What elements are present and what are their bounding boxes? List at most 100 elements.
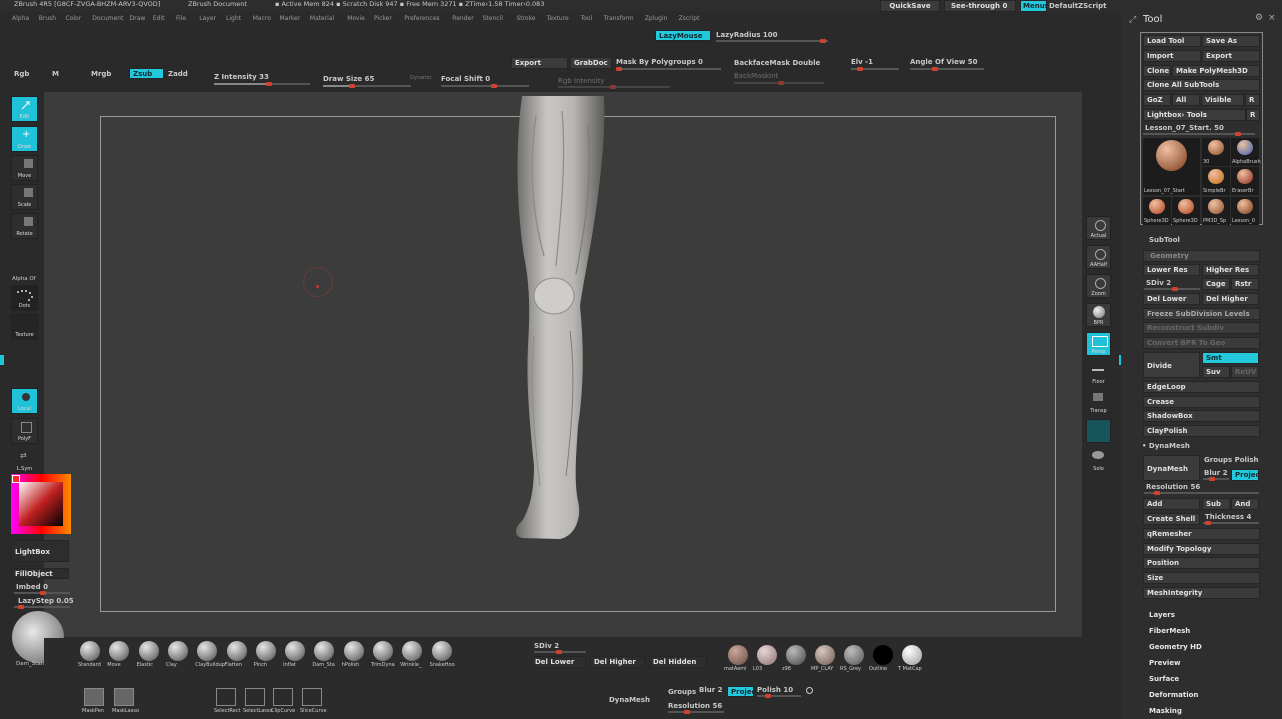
del-lower-button[interactable]: Del Lower: [531, 656, 586, 668]
brush-clay-icon[interactable]: [167, 641, 188, 661]
palette-options-icon[interactable]: ⚙: [1255, 13, 1263, 23]
menu-stencil[interactable]: Stencil: [483, 15, 503, 22]
actual-button[interactable]: Actual: [1086, 216, 1111, 240]
current-tool-track[interactable]: [1143, 132, 1255, 136]
crease-section[interactable]: Crease: [1143, 396, 1260, 408]
ghost-button[interactable]: [1086, 419, 1111, 443]
import-button[interactable]: Import: [1143, 50, 1201, 62]
meshintegrity-section[interactable]: MeshIntegrity: [1143, 587, 1260, 599]
imbed-track[interactable]: [14, 591, 70, 595]
thickness-slider[interactable]: Thickness 4: [1205, 513, 1251, 521]
zoom-button[interactable]: Zoom: [1086, 274, 1111, 298]
elv-track[interactable]: [851, 67, 899, 71]
bpr-button[interactable]: BPR: [1086, 303, 1111, 327]
cage-button[interactable]: Cage: [1202, 278, 1230, 290]
r-button[interactable]: R: [1245, 94, 1260, 106]
maskpen-icon[interactable]: [84, 688, 104, 706]
lazystep-slider[interactable]: LazyStep 0.05: [18, 597, 74, 605]
left-tray-handle[interactable]: [0, 355, 4, 365]
del-hidden-button[interactable]: Del Hidden: [649, 656, 707, 668]
geometry-section[interactable]: Geometry: [1143, 250, 1260, 262]
project-bottom-toggle[interactable]: Project: [727, 686, 754, 697]
blur-track[interactable]: [1203, 477, 1229, 481]
tool-thumbnail[interactable]: Sphere3D: [1143, 197, 1171, 225]
section-preview[interactable]: Preview: [1149, 659, 1181, 667]
edgeloop-section[interactable]: EdgeLoop: [1143, 381, 1260, 393]
brush-trimdyna-icon[interactable]: [373, 641, 393, 661]
polish-mode-icon[interactable]: [806, 687, 813, 694]
blur-slider[interactable]: Blur 2: [1204, 469, 1227, 477]
tool-thumbnail[interactable]: Lesson_0: [1231, 197, 1259, 225]
material-t-matcap-icon[interactable]: [902, 645, 922, 665]
see-through-slider[interactable]: See-through 0: [944, 0, 1016, 12]
z-intensity-track[interactable]: [214, 82, 310, 86]
del-lower-tool-button[interactable]: Del Lower: [1143, 293, 1200, 305]
qremesher-section[interactable]: qRemesher: [1143, 528, 1260, 540]
dynamesh-bottom-button[interactable]: DynaMesh: [609, 696, 650, 704]
material-l03-icon[interactable]: [757, 645, 777, 665]
higher-res-button[interactable]: Higher Res: [1202, 264, 1259, 276]
local-button[interactable]: Local: [11, 388, 38, 414]
export-tool-button[interactable]: Export: [1202, 50, 1260, 62]
menu-document[interactable]: Document: [92, 15, 123, 22]
stroke-dots-button[interactable]: Dots: [11, 285, 38, 311]
menu-material[interactable]: Material: [310, 15, 334, 22]
clone-button[interactable]: Clone: [1143, 65, 1171, 77]
goz-button[interactable]: GoZ: [1143, 94, 1171, 106]
angle-of-view-slider[interactable]: Angle Of View 50: [910, 58, 978, 66]
lower-res-button[interactable]: Lower Res: [1143, 264, 1200, 276]
resolution-track[interactable]: [1144, 491, 1259, 495]
zadd-button[interactable]: Zadd: [168, 70, 188, 78]
z-intensity-slider[interactable]: Z Intensity 33: [214, 73, 269, 81]
tool-thumbnail[interactable]: EraserBr: [1231, 167, 1259, 195]
freeze-subdiv-button[interactable]: Freeze SubDivision Levels: [1143, 308, 1260, 320]
clipcurve-icon[interactable]: [273, 688, 293, 706]
mask-by-polygroups-slider[interactable]: Mask By Polygroups 0: [616, 58, 703, 66]
masklasso-icon[interactable]: [114, 688, 134, 706]
menu-zscript[interactable]: Zscript: [679, 15, 700, 22]
tool-thumbnail[interactable]: SimpleBr: [1202, 167, 1230, 195]
convert-bpr-button[interactable]: Convert BPR To Geo: [1143, 337, 1260, 349]
section-layers[interactable]: Layers: [1149, 611, 1175, 619]
draw-size-slider[interactable]: Draw Size 65: [323, 75, 374, 83]
menu-macro[interactable]: Macro: [253, 15, 271, 22]
blur-bottom-slider[interactable]: Blur 2: [699, 686, 722, 694]
tool-thumbnail[interactable]: 30: [1202, 138, 1230, 166]
aahalf-button[interactable]: AAHalf: [1086, 245, 1111, 269]
selectlasso-icon[interactable]: [245, 688, 265, 706]
clone-all-subtools-button[interactable]: Clone All SubTools: [1143, 79, 1260, 91]
material-z98-icon[interactable]: [786, 645, 806, 665]
groups-polish-label[interactable]: Groups Polish: [1204, 456, 1259, 464]
export-button[interactable]: Export: [511, 57, 568, 69]
section-fibermesh[interactable]: FiberMesh: [1149, 627, 1190, 635]
menu-render[interactable]: Render: [452, 15, 473, 22]
solo-button[interactable]: Solo: [1086, 448, 1111, 472]
menu-picker[interactable]: Picker: [374, 15, 392, 22]
brush-flatten-icon[interactable]: [226, 641, 247, 661]
menu-tool[interactable]: Tool: [581, 15, 593, 22]
dynamic-label[interactable]: Dynamic: [410, 75, 432, 81]
polish-bottom-track[interactable]: [757, 694, 801, 698]
material-rs-grey-icon[interactable]: [844, 645, 864, 665]
angle-track[interactable]: [910, 67, 984, 71]
sub-button[interactable]: Sub: [1202, 498, 1230, 510]
material-mp-clay-icon[interactable]: [815, 645, 835, 665]
elv-slider[interactable]: Elv -1: [851, 58, 873, 66]
rgb-button[interactable]: Rgb: [14, 70, 29, 78]
rotate-button[interactable]: Rotate: [11, 213, 38, 239]
menu-brush[interactable]: Brush: [39, 15, 56, 22]
color-picker[interactable]: [11, 474, 71, 534]
project-toggle[interactable]: Project: [1231, 469, 1259, 481]
resolution-slider[interactable]: Resolution 56: [1146, 483, 1200, 491]
current-tool-slider[interactable]: Lesson_07_Start. 50: [1145, 124, 1224, 132]
menu-marker[interactable]: Marker: [280, 15, 301, 22]
quicksave-button[interactable]: QuickSave: [880, 0, 940, 12]
section-masking[interactable]: Masking: [1149, 707, 1182, 715]
make-polymesh-button[interactable]: Make PolyMesh3D: [1172, 65, 1260, 77]
mrgb-button[interactable]: Mrgb: [91, 70, 111, 78]
menu-preferences[interactable]: Preferences: [404, 15, 439, 22]
scale-button[interactable]: Scale: [11, 184, 38, 210]
subtool-section[interactable]: SubTool: [1149, 236, 1180, 244]
brush-hpolish-icon[interactable]: [343, 641, 364, 661]
lazystep-track[interactable]: [14, 605, 70, 609]
